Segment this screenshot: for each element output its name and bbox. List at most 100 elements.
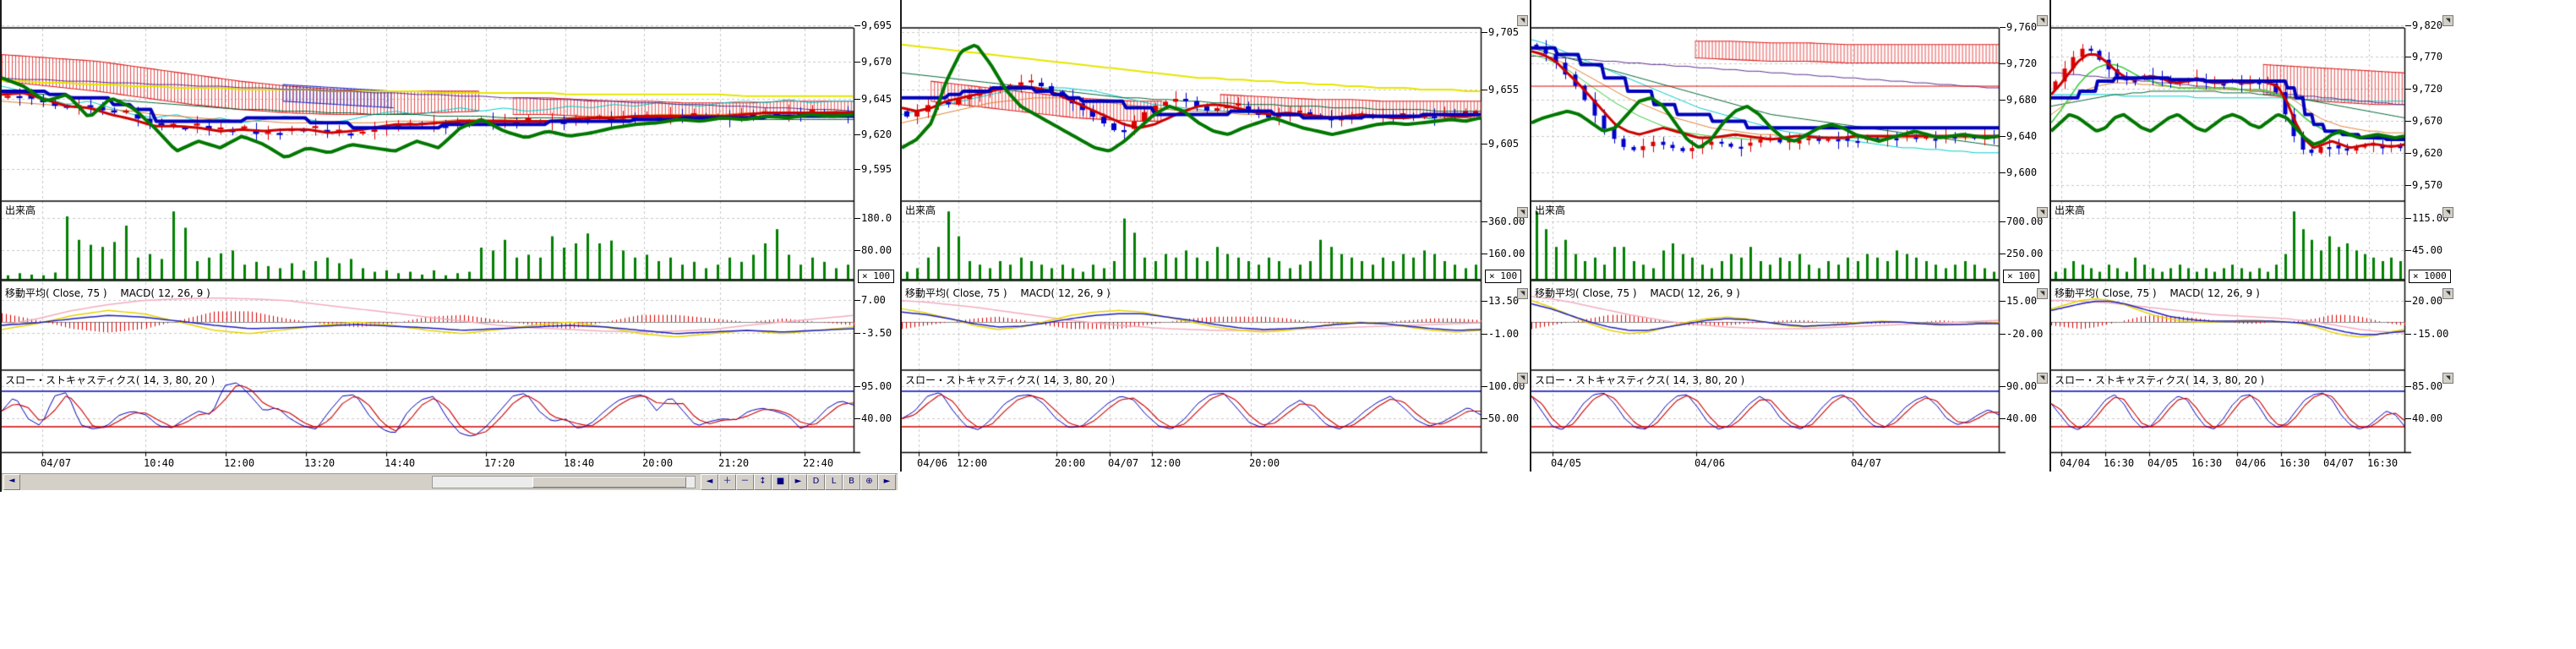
x-axis-label: 20:00 [1249, 457, 1280, 469]
y-axis-label-stoch: 40.00 [2412, 412, 2442, 424]
chart-tool-button[interactable]: ◄ [701, 474, 718, 490]
chart-tool-button[interactable]: ＋ [718, 474, 736, 490]
chart-canvas[interactable] [2051, 0, 2455, 457]
y-axis-label-macd: 13.50 [1488, 295, 1519, 307]
x-axis-label: 04/05 [1551, 457, 1581, 469]
chart-tool-button[interactable]: ■ [772, 474, 789, 490]
section-expand-button[interactable]: ◥ [1517, 15, 1528, 26]
chart-window-15min: ▼▼▼ 日経225mini 11/06( 15分, 2011/03/30 - 2… [900, 0, 1530, 472]
x-axis-label: 16:30 [2104, 457, 2134, 469]
chart-tool-button[interactable]: ↕ [754, 474, 772, 490]
x-axis-label: 22:40 [803, 457, 833, 469]
section-expand-button[interactable]: ◥ [2037, 207, 2048, 218]
section-expand-button[interactable]: ◥ [1517, 207, 1528, 218]
chart-tool-button[interactable]: B [843, 474, 860, 490]
chart-tool-buttons: ◄＋－↕■►DLB⊕► [701, 474, 896, 490]
x-axis-label: 20:00 [642, 457, 673, 469]
y-axis-label-stoch: 40.00 [861, 412, 892, 424]
section-expand-button[interactable]: ◥ [2037, 288, 2048, 299]
section-expand-button[interactable]: ◥ [2442, 207, 2453, 218]
chart-canvas[interactable] [2, 0, 898, 457]
scrollbar-track[interactable] [432, 476, 696, 488]
y-axis-label-price: 9,595 [861, 163, 892, 175]
section-expand-button[interactable]: ◥ [1517, 373, 1528, 384]
desktop: 先物▼日経225mini▼11/06▼ 日経225mini 11/06( 5分,… [0, 0, 2576, 649]
chart-tool-button[interactable]: － [736, 474, 754, 490]
x-axis-label: 17:20 [484, 457, 515, 469]
section-expand-button[interactable]: ◥ [2037, 15, 2048, 26]
chart-tool-button[interactable]: ► [789, 474, 807, 490]
volume-section-label: 出来高 [905, 203, 936, 217]
volume-section-label: 出来高 [5, 203, 35, 217]
y-axis-label-volume: 45.00 [2412, 244, 2442, 256]
y-axis-label-volume: 160.00 [1488, 248, 1525, 259]
y-axis-label-price: 9,600 [2006, 166, 2037, 178]
x-axis-label: 13:20 [304, 457, 335, 469]
x-axis-label: 04/07 [2323, 457, 2354, 469]
volume-scale-badge: × 100 [1485, 270, 1521, 283]
x-axis-label: 12:00 [224, 457, 254, 469]
stoch-section-label: スロー・ストキャスティクス( 14, 3, 80, 20 ) [905, 373, 1115, 387]
chart-tool-button[interactable]: D [807, 474, 825, 490]
y-axis-label-macd: 15.00 [2006, 295, 2037, 307]
y-axis-label-volume: 80.00 [861, 244, 892, 256]
y-axis-label-macd: -20.00 [2006, 328, 2043, 340]
chart-canvas[interactable] [1531, 0, 2049, 457]
macd-section-label: 移動平均( Close, 75 ) MACD( 12, 26, 9 ) [1535, 286, 1740, 300]
chart-window-60min: ▼▼▼ 日経225mini 11/06( 60分, 2011/03/30 - 2… [2049, 0, 2455, 472]
y-axis-label-price: 9,760 [2006, 21, 2037, 33]
x-axis-label: 20:00 [1055, 457, 1085, 469]
stoch-section-label: スロー・ストキャスティクス( 14, 3, 80, 20 ) [5, 373, 215, 387]
y-axis-label-stoch: 95.00 [861, 380, 892, 392]
x-axis-label: 04/07 [41, 457, 71, 469]
macd-section-label: 移動平均( Close, 75 ) MACD( 12, 26, 9 ) [5, 286, 210, 300]
chart-tool-button[interactable]: ⊕ [860, 474, 878, 490]
stoch-section-label: スロー・ストキャスティクス( 14, 3, 80, 20 ) [2055, 373, 2264, 387]
x-axis-label: 04/07 [1851, 457, 1881, 469]
scrollbar-thumb[interactable] [532, 477, 686, 488]
volume-scale-badge: × 100 [858, 270, 894, 283]
x-axis-label: 04/06 [917, 457, 947, 469]
x-axis-label: 16:30 [2279, 457, 2310, 469]
section-expand-button[interactable]: ◥ [2442, 288, 2453, 299]
x-axis-label: 21:20 [718, 457, 749, 469]
y-axis-label-stoch: 50.00 [1488, 412, 1519, 424]
y-axis-label-macd: -15.00 [2412, 328, 2448, 340]
x-axis-label: 14:40 [385, 457, 415, 469]
bottom-scrollbar[interactable]: ◄ ◄＋－↕■►DLB⊕► [2, 473, 898, 490]
y-axis-label-stoch: 90.00 [2006, 380, 2037, 392]
x-axis-label: 10:40 [144, 457, 174, 469]
x-axis-label: 16:30 [2367, 457, 2398, 469]
macd-section-label: 移動平均( Close, 75 ) MACD( 12, 26, 9 ) [2055, 286, 2260, 300]
y-axis-label-price: 9,640 [2006, 130, 2037, 142]
x-axis-label: 04/06 [2235, 457, 2266, 469]
x-axis-label: 04/05 [2148, 457, 2178, 469]
y-axis-label-macd: -1.00 [1488, 328, 1519, 340]
x-axis-label: 04/06 [1695, 457, 1725, 469]
volume-section-label: 出来高 [2055, 203, 2085, 217]
volume-scale-badge: × 1000 [2409, 270, 2451, 283]
section-expand-button[interactable]: ◥ [2442, 15, 2453, 26]
section-expand-button[interactable]: ◥ [2037, 373, 2048, 384]
y-axis-label-price: 9,655 [1488, 84, 1519, 95]
y-axis-label-stoch: 85.00 [2412, 380, 2442, 392]
x-axis-label: 04/07 [1108, 457, 1138, 469]
y-axis-label-price: 9,605 [1488, 138, 1519, 150]
y-axis-label-macd: 20.00 [2412, 295, 2442, 307]
x-axis-label: 04/04 [2060, 457, 2090, 469]
y-axis-label-volume: 250.00 [2006, 248, 2043, 259]
scroll-left-button[interactable]: ◄ [3, 474, 20, 490]
y-axis-label-price: 9,620 [861, 128, 892, 140]
section-expand-button[interactable]: ◥ [2442, 373, 2453, 384]
macd-section-label: 移動平均( Close, 75 ) MACD( 12, 26, 9 ) [905, 286, 1111, 300]
chart-canvas[interactable] [902, 0, 1530, 457]
volume-section-label: 出来高 [1535, 203, 1565, 217]
volume-scale-badge: × 100 [2003, 270, 2039, 283]
y-axis-label-price: 9,670 [861, 56, 892, 68]
chart-window-30min: ▼▼▼ 日経225mini 11/06( 30分, 2011/03/30 - 2… [1530, 0, 2049, 472]
x-axis-label: 12:00 [1150, 457, 1181, 469]
section-expand-button[interactable]: ◥ [1517, 288, 1528, 299]
chart-tool-button[interactable]: ► [878, 474, 896, 490]
chart-tool-button[interactable]: L [825, 474, 843, 490]
stoch-section-label: スロー・ストキャスティクス( 14, 3, 80, 20 ) [1535, 373, 1744, 387]
